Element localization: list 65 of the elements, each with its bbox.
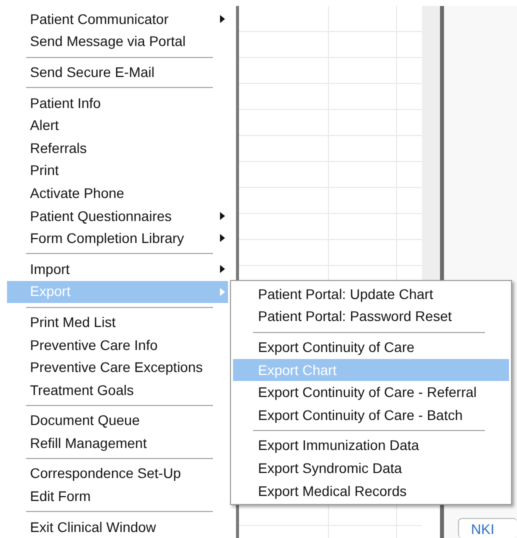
submenu-arrow-icon	[220, 288, 225, 296]
menu-item-label: Print Med List	[30, 312, 116, 332]
menu-item-label: Patient Portal: Password Reset	[258, 307, 452, 326]
menu-item[interactable]: Import	[7, 258, 228, 281]
nki-button[interactable]: NKI	[458, 518, 517, 538]
menu-item-label: Send Secure E-Mail	[30, 62, 155, 82]
menu-item-label: Alert	[30, 116, 59, 136]
menu-item[interactable]: Send Secure E-Mail	[7, 61, 228, 84]
menu-item-label: Treatment Goals	[30, 380, 134, 400]
menu-item[interactable]: Exit Clinical Window	[7, 516, 228, 538]
menu-item-label: Print	[30, 161, 59, 180]
menu-item-label: Patient Portal: Update Chart	[258, 284, 434, 304]
menu-item[interactable]: Patient Communicator	[7, 8, 228, 31]
menu-item-label: Export	[30, 282, 70, 302]
menu-item-label: Export Continuity of Care - Batch	[258, 406, 463, 425]
menu-item[interactable]: Export Syndromic Data	[233, 457, 509, 480]
menu-item-label: Export Medical Records	[258, 482, 407, 501]
submenu-arrow-icon	[220, 212, 225, 220]
menu-item-label: Patient Communicator	[30, 10, 169, 29]
menu-item[interactable]: Form Completion Library	[7, 227, 228, 250]
menu-item-label: Refill Management	[30, 434, 147, 453]
menu-item[interactable]: Preventive Care Info	[7, 334, 228, 356]
menu-item-label: Exit Clinical Window	[30, 518, 156, 537]
menu-item[interactable]: Print Med List	[7, 311, 228, 334]
menu-item-label: Form Completion Library	[30, 229, 184, 248]
menu-item[interactable]: Patient Portal: Update Chart	[233, 283, 509, 306]
menu-item-label: Document Queue	[30, 411, 140, 430]
menu-item[interactable]: Export Continuity of Care - Batch	[233, 404, 509, 427]
menu-item[interactable]: Export Immunization Data	[233, 434, 509, 458]
menu-item[interactable]: Referrals	[7, 136, 228, 160]
menu-item-label: Activate Phone	[30, 184, 124, 203]
menu-item[interactable]: Export Continuity of Care	[233, 336, 509, 359]
menu-item[interactable]: Send Message via Portal	[7, 30, 228, 54]
submenu-arrow-icon	[220, 234, 225, 242]
menu-item-label: Patient Questionnaires	[30, 206, 172, 226]
menu-item-label: Import	[30, 260, 70, 279]
menu-item[interactable]: Edit Form	[7, 485, 228, 508]
menu-item-label: Export Immunization Data	[258, 436, 420, 456]
menu-item-label: Referrals	[30, 138, 87, 158]
menu-item[interactable]: Treatment Goals	[7, 378, 228, 402]
menu-item[interactable]: Document Queue	[7, 410, 228, 432]
menu-item-label: Export Syndromic Data	[258, 458, 402, 478]
menu-item[interactable]: Alert	[7, 114, 228, 137]
submenu-arrow-icon	[220, 264, 225, 273]
menu-item-label: Edit Form	[30, 487, 91, 506]
menu-item[interactable]: Activate Phone	[7, 182, 228, 205]
menu-item[interactable]: Patient Questionnaires	[7, 204, 228, 228]
scrollbar-track[interactable]	[422, 6, 440, 280]
menu-item-label: Export Continuity of Care	[258, 338, 414, 357]
menu-item-label: Preventive Care Info	[30, 336, 158, 355]
menu-item[interactable]: Correspondence Set-Up	[7, 462, 228, 486]
menu-item[interactable]: Refill Management	[7, 432, 228, 455]
menu-item[interactable]: Export Continuity of Care - Referral	[233, 381, 509, 404]
submenu-arrow-icon	[220, 15, 225, 23]
menu-item-label: Export Continuity of Care - Referral	[258, 383, 477, 402]
menu-item[interactable]: Patient Info	[7, 92, 228, 114]
menu-item[interactable]: Export Medical Records	[233, 480, 509, 502]
menu-item-label: Correspondence Set-Up	[30, 464, 181, 484]
menu-item-label: Send Message via Portal	[30, 32, 186, 52]
menu-item[interactable]: Patient Portal: Password Reset	[233, 306, 509, 328]
menu-item-label: Preventive Care Exceptions	[30, 358, 203, 378]
menu-item[interactable]: Preventive Care Exceptions	[7, 356, 228, 379]
menu-item-label: Patient Info	[30, 94, 101, 113]
menu-item[interactable]: Print	[7, 160, 228, 182]
menu-item-label: Export Chart	[258, 360, 337, 380]
